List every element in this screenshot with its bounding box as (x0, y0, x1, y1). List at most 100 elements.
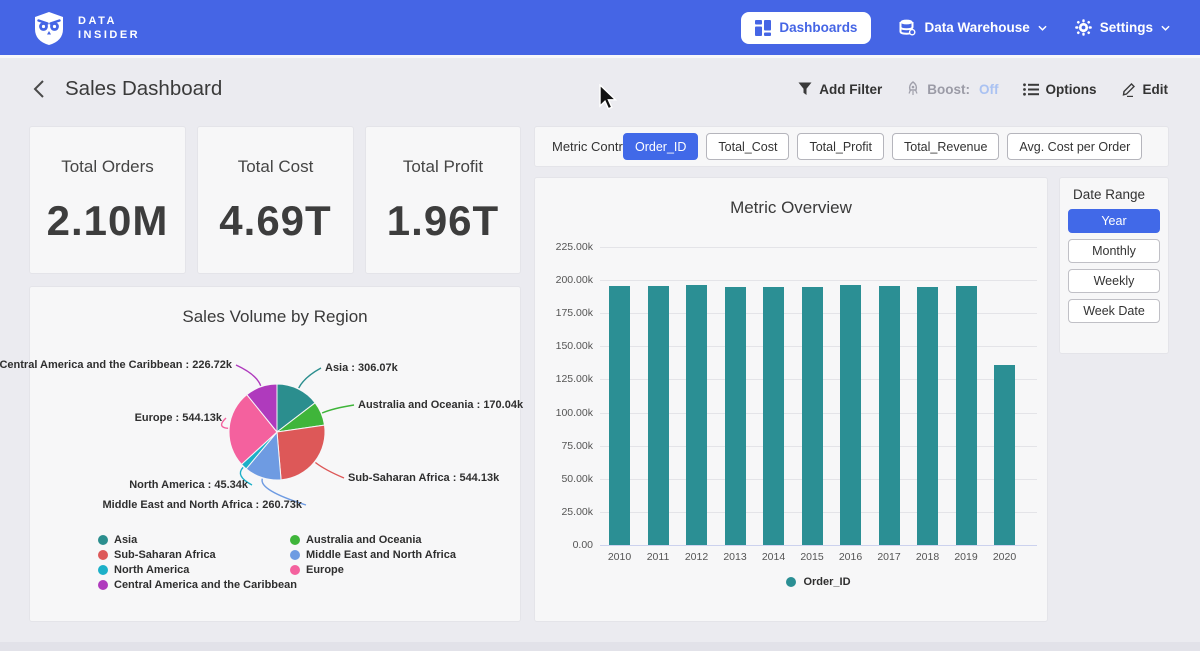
dashboards-label: Dashboards (779, 20, 857, 35)
kpi-value: 1.96T (366, 197, 520, 245)
bar-2016[interactable] (840, 285, 861, 545)
database-icon (899, 19, 916, 36)
x-axis-tick: 2015 (793, 551, 831, 563)
pie-label-sub-saharan-africa: Sub-Saharan Africa : 544.13k (348, 472, 499, 484)
pie-leader-line (222, 418, 229, 428)
metric-control-bar: Metric Control Order_ID Total_Cost Total_P… (535, 127, 1168, 166)
y-axis-tick: 125.00k (535, 373, 593, 385)
date-range-week-date[interactable]: Week Date (1068, 299, 1160, 323)
pie-label-north-america: North America : 45.34k (129, 479, 248, 491)
boost-status: Off (979, 82, 999, 97)
date-range-year[interactable]: Year (1068, 209, 1160, 233)
y-axis-tick: 225.00k (535, 241, 593, 253)
legend-label: Sub-Saharan Africa (114, 549, 216, 561)
bar-2019[interactable] (956, 286, 977, 545)
legend-dot (98, 580, 108, 590)
bottom-strip (0, 642, 1200, 651)
x-axis-tick: 2010 (601, 551, 639, 563)
bar-2017[interactable] (879, 286, 900, 545)
bar-2015[interactable] (802, 287, 823, 546)
legend-label: Europe (306, 564, 344, 576)
options-button[interactable]: Options (1023, 82, 1097, 97)
legend-label: Order_ID (803, 576, 850, 588)
y-axis-tick: 50.00k (535, 473, 593, 485)
pie-legend-item-central-america-and-the-caribbean[interactable]: Central America and the Caribbean (98, 577, 297, 592)
bar-chart-card: Metric Overview 0.0025.00k50.00k75.00k10… (535, 178, 1047, 621)
legend-dot (290, 550, 300, 560)
page-title: Sales Dashboard (65, 77, 222, 101)
pie-chart-card: Sales Volume by Region Asia : 306.07kAus… (30, 287, 520, 621)
x-axis-tick: 2016 (832, 551, 870, 563)
pie-legend-item-middle-east-and-north-africa[interactable]: Middle East and North Africa (290, 547, 456, 562)
filter-icon (798, 82, 812, 96)
date-range-label: Date Range (1073, 187, 1145, 202)
pie-legend-item-north-america[interactable]: North America (98, 562, 297, 577)
data-warehouse-menu[interactable]: Data Warehouse (899, 19, 1046, 36)
data-warehouse-label: Data Warehouse (924, 20, 1029, 35)
date-range-buttons: Year Monthly Weekly Week Date (1068, 209, 1160, 323)
pie-leader-line (236, 365, 261, 386)
app-window: DATA INSIDER Dashboards (0, 0, 1200, 651)
pie-leader-line (315, 463, 344, 479)
settings-menu[interactable]: Settings (1075, 19, 1170, 36)
dashboard-grid-icon (755, 20, 771, 36)
legend-dot (290, 565, 300, 575)
gridline (600, 247, 1037, 248)
date-range-panel: Date Range Year Monthly Weekly Week Date (1060, 178, 1168, 353)
date-range-weekly[interactable]: Weekly (1068, 269, 1160, 293)
bar-plot: 0.0025.00k50.00k75.00k100.00k125.00k150.… (535, 178, 1047, 621)
legend-label: Australia and Oceania (306, 534, 422, 546)
gear-icon (1075, 19, 1092, 36)
pie-leader-line (299, 368, 321, 388)
kpi-card-total-orders: Total Orders 2.10M (30, 127, 185, 273)
metric-chip-order-id[interactable]: Order_ID (623, 133, 698, 160)
boost-toggle[interactable]: Boost:Off (906, 81, 998, 97)
x-axis-tick: 2017 (870, 551, 908, 563)
y-axis-tick: 150.00k (535, 340, 593, 352)
bar-2013[interactable] (725, 287, 746, 545)
pie-label-europe: Europe : 544.13k (135, 412, 222, 424)
bar-2020[interactable] (994, 365, 1015, 545)
date-range-monthly[interactable]: Monthly (1068, 239, 1160, 263)
y-axis-tick: 100.00k (535, 407, 593, 419)
x-axis-tick: 2014 (755, 551, 793, 563)
dashboards-button[interactable]: Dashboards (741, 12, 871, 44)
edit-pencil-icon (1121, 82, 1136, 97)
metric-chip-total-cost[interactable]: Total_Cost (706, 133, 789, 160)
metric-chip-total-revenue[interactable]: Total_Revenue (892, 133, 999, 160)
kpi-value: 2.10M (30, 197, 185, 245)
bar-2014[interactable] (763, 287, 784, 545)
legend-label: Central America and the Caribbean (114, 579, 297, 591)
metric-chip-total-profit[interactable]: Total_Profit (797, 133, 884, 160)
bar-2010[interactable] (609, 286, 630, 545)
pie-slice-sub-saharan-africa[interactable] (277, 425, 325, 480)
edit-button[interactable]: Edit (1121, 82, 1169, 97)
pie-legend-item-sub-saharan-africa[interactable]: Sub-Saharan Africa (98, 547, 297, 562)
metric-control-label: Metric Control (552, 139, 633, 154)
legend-dot (98, 550, 108, 560)
y-axis-tick: 0.00 (535, 539, 593, 551)
boost-rocket-icon (906, 81, 920, 97)
kpi-label: Total Orders (30, 157, 185, 177)
kpi-card-total-cost: Total Cost 4.69T (198, 127, 353, 273)
bar-chart-legend[interactable]: Order_ID (600, 576, 1037, 588)
pie-legend-item-europe[interactable]: Europe (290, 562, 456, 577)
bar-2011[interactable] (648, 286, 669, 545)
chevron-down-icon (1038, 25, 1047, 31)
metric-chips: Order_ID Total_Cost Total_Profit Total_Reve… (623, 133, 1142, 160)
pie-label-middle-east-and-north-africa: Middle East and North Africa : 260.73k (103, 499, 302, 511)
navbar: DATA INSIDER Dashboards (0, 0, 1200, 55)
settings-label: Settings (1100, 20, 1153, 35)
x-axis-tick: 2012 (678, 551, 716, 563)
pie-legend-item-asia[interactable]: Asia (98, 532, 297, 547)
x-axis-tick: 2011 (639, 551, 677, 563)
legend-dot (98, 565, 108, 575)
bar-2012[interactable] (686, 285, 707, 545)
add-filter-button[interactable]: Add Filter (798, 82, 882, 97)
brand[interactable]: DATA INSIDER (30, 9, 140, 47)
bar-2018[interactable] (917, 287, 938, 546)
y-axis-tick: 75.00k (535, 440, 593, 452)
pie-legend-item-australia-and-oceania[interactable]: Australia and Oceania (290, 532, 456, 547)
metric-chip-avg-cost-per-order[interactable]: Avg. Cost per Order (1007, 133, 1142, 160)
back-icon[interactable] (32, 79, 45, 99)
